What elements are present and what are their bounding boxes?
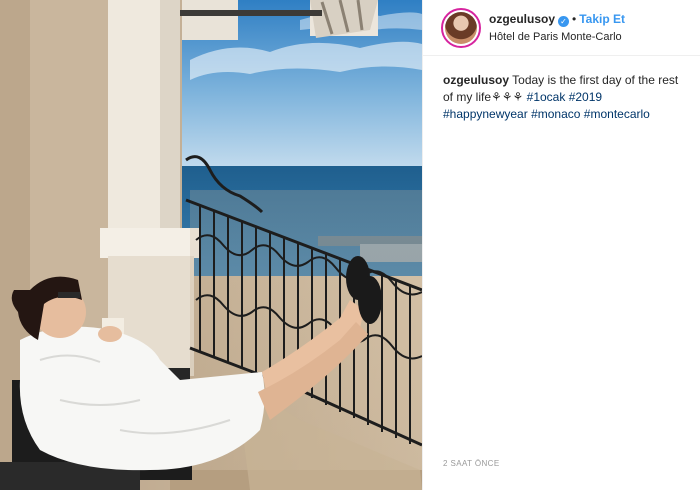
instagram-post: ozgeulusoy ✓ • Takip Et Hôtel de Paris Mont… (0, 0, 700, 490)
post-header: ozgeulusoy ✓ • Takip Et Hôtel de Paris Mont… (423, 0, 700, 56)
balcony-scene-image (0, 0, 422, 490)
verified-badge-icon: ✓ (558, 16, 570, 27)
post-sidebar: ozgeulusoy ✓ • Takip Et Hôtel de Paris Mont… (422, 0, 700, 490)
hashtag-montecarlo[interactable]: #montecarlo (584, 107, 650, 121)
hashtag-monaco[interactable]: #monaco (531, 107, 580, 121)
separator-dot: • (572, 12, 577, 26)
user-row: ozgeulusoy ✓ • Takip Et (489, 12, 625, 27)
post-timestamp[interactable]: 2 SAAT ÖNCE (443, 459, 500, 468)
hashtag-happynewyear[interactable]: #happynewyear (443, 107, 528, 121)
post-caption: ozgeulusoy Today is the first day of the… (443, 72, 689, 123)
profile-avatar[interactable] (441, 8, 481, 48)
flower-emoji-icon: ⚘⚘⚘ (491, 90, 524, 104)
avatar-image (445, 12, 477, 44)
post-photo[interactable] (0, 0, 422, 490)
follow-button[interactable]: Takip Et (579, 12, 625, 26)
hashtag-2019[interactable]: #2019 (569, 90, 602, 104)
caption-username-link[interactable]: ozgeulusoy (443, 73, 509, 87)
username-link[interactable]: ozgeulusoy (489, 12, 555, 26)
location-link[interactable]: Hôtel de Paris Monte-Carlo (489, 31, 622, 43)
hashtag-1ocak[interactable]: #1ocak (527, 90, 566, 104)
